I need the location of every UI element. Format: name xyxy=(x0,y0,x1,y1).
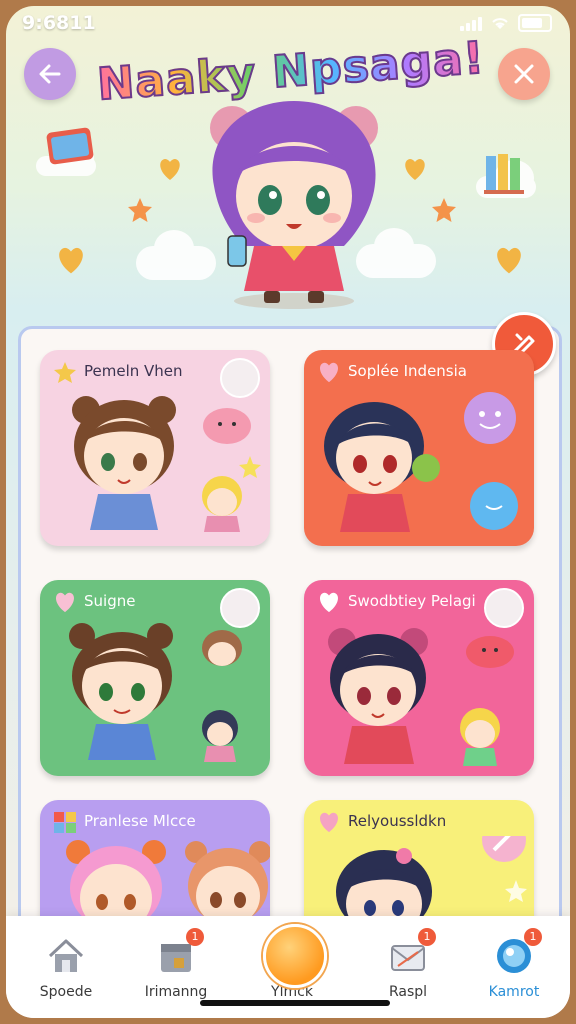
nav-label: Irimanng xyxy=(144,984,208,1000)
signal-icon xyxy=(460,15,482,31)
nav-item-spoede[interactable]: Spoede xyxy=(16,928,116,1000)
grid-icon xyxy=(54,812,76,833)
character-card-4[interactable]: Swodbtiey Pelagi xyxy=(304,580,534,776)
heart-icon xyxy=(497,247,521,274)
character-illustration xyxy=(72,396,261,532)
calendar-icon xyxy=(46,127,94,165)
character-card-2[interactable]: Soplée Indensia xyxy=(304,350,534,546)
card-title: Swodbtiey Pelagi xyxy=(348,592,476,610)
heart-icon xyxy=(320,592,338,613)
status-time: 9:6811 xyxy=(22,12,96,34)
nav-label: Kamrot xyxy=(488,984,540,1000)
home-indicator[interactable] xyxy=(200,1000,390,1006)
nav-item-irimanng[interactable]: 1 Irimanng xyxy=(126,928,226,1000)
notification-badge: 1 xyxy=(186,928,204,946)
star-icon xyxy=(128,198,152,222)
status-bar: 9:6811 xyxy=(6,6,570,40)
star-icon xyxy=(54,362,76,383)
card-title: Suigne xyxy=(84,592,136,610)
character-card-3[interactable]: Suigne xyxy=(40,580,270,776)
nav-item-ylmck[interactable]: Ylmck xyxy=(242,924,342,1000)
close-icon xyxy=(514,64,534,84)
heart-icon xyxy=(160,159,180,180)
star-icon xyxy=(432,198,456,222)
orb-icon xyxy=(263,924,327,988)
arrow-left-icon xyxy=(39,64,61,84)
home-icon xyxy=(48,939,84,972)
character-illustration xyxy=(328,628,514,766)
character-illustration xyxy=(324,392,518,532)
notification-badge: 1 xyxy=(524,928,542,946)
nav-item-raspl[interactable]: 1 Raspl xyxy=(358,928,458,1000)
nav-label: Spoede xyxy=(39,984,93,1000)
character-illustration xyxy=(69,623,242,762)
heart-icon xyxy=(59,247,83,274)
app-screen: 9:6811 Naaky Npsaga! Pemeln Vhen Soplée … xyxy=(6,6,570,1018)
wifi-icon xyxy=(492,18,508,29)
back-button[interactable] xyxy=(24,48,76,100)
battery-icon xyxy=(518,14,552,32)
card-title: Relyoussldkn xyxy=(348,812,447,830)
heart-icon xyxy=(320,362,338,383)
heart-icon xyxy=(320,812,338,833)
card-title: Soplée Indensia xyxy=(348,362,467,380)
status-icons xyxy=(460,14,552,32)
books-icon xyxy=(484,154,524,194)
main-character-illustration xyxy=(210,101,378,309)
hero-illustration xyxy=(6,96,570,316)
heart-icon xyxy=(56,592,74,613)
character-card-1[interactable]: Pemeln Vhen xyxy=(40,350,270,546)
notification-badge: 1 xyxy=(418,928,436,946)
nav-label: Raspl xyxy=(388,984,428,1000)
nav-item-kamrot[interactable]: 1 Kamrot xyxy=(464,928,564,1000)
card-title: Pranlese Mlcce xyxy=(84,812,196,830)
close-button[interactable] xyxy=(498,48,550,100)
card-title: Pemeln Vhen xyxy=(84,362,183,380)
heart-icon xyxy=(405,159,425,180)
